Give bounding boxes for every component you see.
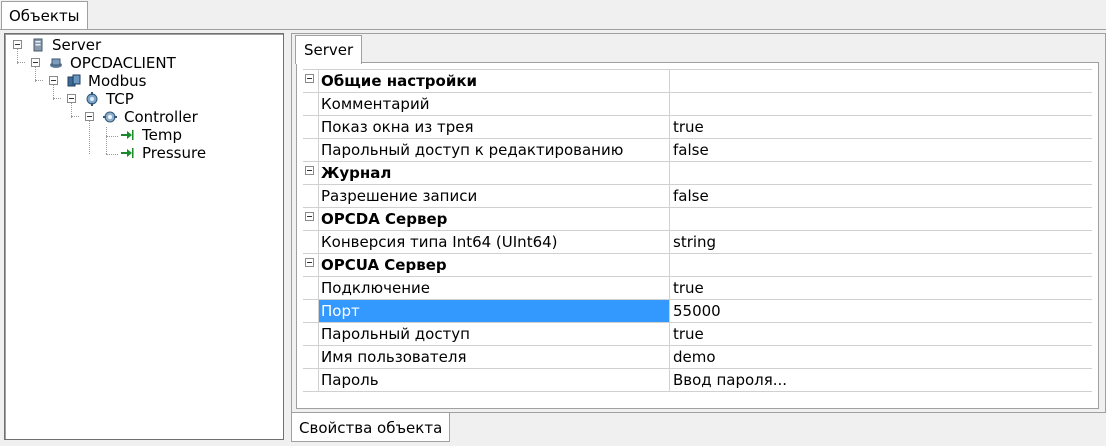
property-value[interactable]: true: [669, 277, 1092, 299]
tree-node-pressure[interactable]: Pressure: [5, 144, 275, 162]
property-name: Конверсия типа Int64 (UInt64): [318, 231, 669, 253]
property-name: Имя пользователя: [318, 346, 669, 368]
row-gutter: [303, 139, 317, 161]
property-value[interactable]: true: [669, 323, 1092, 345]
tree-node-label: Server: [52, 36, 102, 54]
controller-icon: [103, 111, 117, 123]
collapse-toggle[interactable]: [31, 58, 40, 67]
collapse-toggle[interactable]: [85, 112, 94, 121]
tree-node-modbus[interactable]: Modbus: [5, 72, 275, 90]
property-value[interactable]: string: [669, 231, 1092, 253]
tag-arrow-icon: [121, 148, 134, 158]
property-row[interactable]: Имя пользователя demo: [303, 346, 1092, 369]
row-gutter: [303, 231, 317, 253]
tcp-icon: [86, 92, 98, 106]
tree-node-opcdaclient[interactable]: OPCDACLIENT: [5, 54, 275, 72]
property-value: [669, 162, 1092, 184]
row-gutter: [303, 116, 317, 138]
row-gutter[interactable]: [303, 162, 317, 184]
property-value[interactable]: true: [669, 116, 1092, 138]
property-value: [669, 254, 1092, 276]
property-name: Комментарий: [318, 93, 669, 115]
tree-node-tcp[interactable]: TCP: [5, 90, 275, 108]
tree-node-label: Modbus: [88, 72, 147, 90]
row-gutter[interactable]: [303, 208, 317, 230]
tab-strip-line: [0, 29, 1106, 30]
property-value: [669, 70, 1092, 92]
tree-node-temp[interactable]: Temp: [5, 126, 275, 144]
row-gutter[interactable]: [303, 254, 317, 276]
object-tree[interactable]: Server OPCDACLIENT Modbus TCP Controller…: [4, 33, 284, 440]
property-name: Журнал: [318, 162, 669, 184]
row-gutter[interactable]: [303, 70, 317, 92]
row-gutter: [303, 369, 317, 391]
property-value[interactable]: [669, 93, 1092, 115]
tree-node-label: Temp: [142, 126, 182, 144]
property-category-row[interactable]: OPCUA Сервер: [303, 254, 1092, 277]
tree-node-label: Pressure: [142, 144, 207, 162]
property-name: Показ окна из трея: [318, 116, 669, 138]
tree-node-label: TCP: [106, 90, 134, 108]
property-name: OPCDA Сервер: [318, 208, 669, 230]
property-row[interactable]: Показ окна из трея true: [303, 116, 1092, 139]
collapse-toggle[interactable]: [305, 74, 314, 83]
property-row[interactable]: Комментарий: [303, 93, 1092, 116]
row-gutter: [303, 323, 317, 345]
property-row[interactable]: Конверсия типа Int64 (UInt64) string: [303, 231, 1092, 254]
property-category-row[interactable]: Журнал: [303, 162, 1092, 185]
property-row[interactable]: Подключение true: [303, 277, 1092, 300]
modbus-icon: [67, 74, 81, 87]
property-value[interactable]: 55000: [669, 300, 1092, 322]
tree-node-label: OPCDACLIENT: [70, 54, 176, 72]
collapse-toggle[interactable]: [305, 258, 314, 267]
collapse-toggle[interactable]: [49, 76, 58, 85]
property-name: Пароль: [318, 369, 669, 391]
property-name: Парольный доступ: [318, 323, 669, 345]
collapse-toggle[interactable]: [305, 212, 314, 221]
collapse-toggle[interactable]: [13, 40, 22, 49]
property-name: Парольный доступ к редактированию: [318, 139, 669, 161]
property-row[interactable]: Парольный доступ true: [303, 323, 1092, 346]
property-row[interactable]: Пароль Ввод пароля...: [303, 369, 1092, 392]
collapse-toggle[interactable]: [305, 166, 314, 175]
row-gutter: [303, 185, 317, 207]
property-category-row[interactable]: Общие настройки: [303, 70, 1092, 93]
property-value[interactable]: demo: [669, 346, 1092, 368]
row-gutter: [303, 277, 317, 299]
server-icon: [33, 38, 43, 52]
property-row[interactable]: Парольный доступ к редактированию false: [303, 139, 1092, 162]
tab-server[interactable]: Server: [295, 35, 363, 64]
property-name: Подключение: [318, 277, 669, 299]
tree-node-server[interactable]: Server: [5, 36, 275, 54]
property-value[interactable]: false: [669, 185, 1092, 207]
tag-arrow-icon: [121, 130, 134, 140]
collapse-toggle[interactable]: [67, 94, 76, 103]
property-row[interactable]: Разрешение записи false: [303, 185, 1092, 208]
property-category-row[interactable]: OPCDA Сервер: [303, 208, 1092, 231]
tree-node-controller[interactable]: Controller: [5, 108, 275, 126]
opc-client-icon: [50, 58, 62, 68]
property-name: Общие настройки: [318, 70, 669, 92]
row-gutter: [303, 300, 317, 322]
property-grid[interactable]: Общие настройки Комментарий Показ окна из …: [303, 69, 1092, 392]
tab-object-properties[interactable]: Свойства объекта: [291, 413, 451, 442]
property-value[interactable]: false: [669, 139, 1092, 161]
property-value[interactable]: Ввод пароля...: [669, 369, 1092, 391]
property-name: Разрешение записи: [318, 185, 669, 207]
property-value: [669, 208, 1092, 230]
tab-objects[interactable]: Объекты: [1, 1, 88, 30]
tree-node-label: Controller: [124, 108, 198, 126]
row-gutter: [303, 93, 317, 115]
property-name: Порт: [318, 300, 669, 322]
row-gutter: [303, 346, 317, 368]
property-row[interactable]: Порт 55000: [303, 300, 1092, 323]
property-name: OPCUA Сервер: [318, 254, 669, 276]
